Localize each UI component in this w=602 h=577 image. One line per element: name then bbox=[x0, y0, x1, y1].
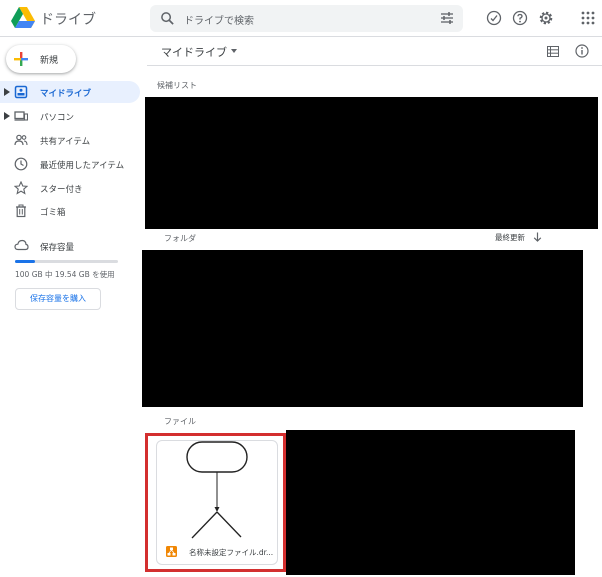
expand-caret-icon[interactable] bbox=[4, 112, 10, 120]
search-input[interactable]: ドライブで検索 bbox=[184, 12, 254, 27]
top-bar: ドライブ ドライブで検索 bbox=[0, 0, 602, 37]
apps-grid-icon[interactable] bbox=[580, 10, 596, 26]
chevron-down-icon[interactable] bbox=[231, 49, 237, 53]
offline-status-icon[interactable] bbox=[486, 10, 502, 26]
clock-icon bbox=[14, 157, 28, 171]
sidebar-item-computers[interactable]: パソコン bbox=[0, 105, 140, 127]
buy-storage-button[interactable]: 保存容量を購入 bbox=[15, 288, 101, 310]
expand-caret-icon[interactable] bbox=[4, 88, 10, 96]
drawio-file-icon bbox=[166, 546, 177, 557]
redacted-suggested-area bbox=[145, 97, 598, 229]
storage-progress-bar bbox=[15, 260, 118, 263]
file-card-footer: 名称未設定ファイル.dr... bbox=[157, 539, 277, 564]
file-thumbnail bbox=[186, 441, 248, 539]
file-name: 名称未設定ファイル.dr... bbox=[189, 548, 274, 557]
redacted-files-area bbox=[286, 430, 575, 575]
sidebar-item-shared[interactable]: 共有アイテム bbox=[0, 129, 140, 151]
sort-last-modified-button[interactable]: 最終更新 bbox=[495, 232, 525, 243]
cloud-icon bbox=[14, 239, 29, 251]
sidebar: 新規 マイドライブ パソコン 共有アイテム 最近使用したアイテム スター付き ゴ… bbox=[0, 38, 147, 577]
folders-section-label: フォルダ bbox=[164, 234, 196, 243]
sidebar-item-label: スター付き bbox=[40, 185, 83, 195]
page-title[interactable]: マイドライブ bbox=[161, 44, 227, 60]
drive-logo-icon[interactable] bbox=[10, 6, 36, 30]
sidebar-item-label: ゴミ箱 bbox=[40, 208, 66, 218]
new-button[interactable]: 新規 bbox=[6, 45, 76, 73]
computer-icon bbox=[14, 111, 28, 121]
settings-gear-icon[interactable] bbox=[538, 10, 554, 26]
sidebar-item-label: パソコン bbox=[40, 113, 75, 123]
search-options-icon[interactable] bbox=[440, 11, 454, 25]
sidebar-item-label: マイドライブ bbox=[40, 89, 92, 99]
storage-usage-text: 100 GB 中 19.54 GB を使用 bbox=[15, 270, 115, 279]
files-section-label: ファイル bbox=[164, 417, 196, 426]
sidebar-item-label: 共有アイテム bbox=[40, 137, 91, 147]
my-drive-icon bbox=[14, 85, 28, 99]
file-card[interactable]: 名称未設定ファイル.dr... bbox=[156, 440, 278, 565]
plus-icon bbox=[14, 52, 28, 66]
sidebar-item-my-drive[interactable]: マイドライブ bbox=[0, 81, 140, 103]
search-bar[interactable]: ドライブで検索 bbox=[150, 5, 463, 32]
app-title[interactable]: ドライブ bbox=[40, 9, 96, 29]
suggested-section-label: 候補リスト bbox=[157, 81, 197, 90]
redacted-folders-area bbox=[142, 250, 583, 407]
sidebar-item-trash[interactable]: ゴミ箱 bbox=[0, 200, 140, 222]
trash-icon bbox=[16, 204, 26, 218]
sidebar-item-starred[interactable]: スター付き bbox=[0, 177, 140, 199]
shared-people-icon bbox=[14, 134, 28, 146]
star-icon bbox=[14, 181, 28, 195]
info-icon[interactable] bbox=[575, 44, 589, 58]
sidebar-item-label: 最近使用したアイテム bbox=[40, 161, 125, 171]
search-icon[interactable] bbox=[160, 11, 175, 26]
help-icon[interactable] bbox=[512, 10, 528, 26]
storage-label[interactable]: 保存容量 bbox=[40, 241, 74, 253]
storage-progress-fill bbox=[15, 260, 36, 263]
sidebar-item-recent[interactable]: 最近使用したアイテム bbox=[0, 153, 140, 175]
new-button-label: 新規 bbox=[40, 56, 59, 66]
arrow-down-icon[interactable] bbox=[533, 232, 542, 242]
main-header: マイドライブ bbox=[147, 38, 602, 66]
list-view-icon[interactable] bbox=[547, 46, 559, 57]
